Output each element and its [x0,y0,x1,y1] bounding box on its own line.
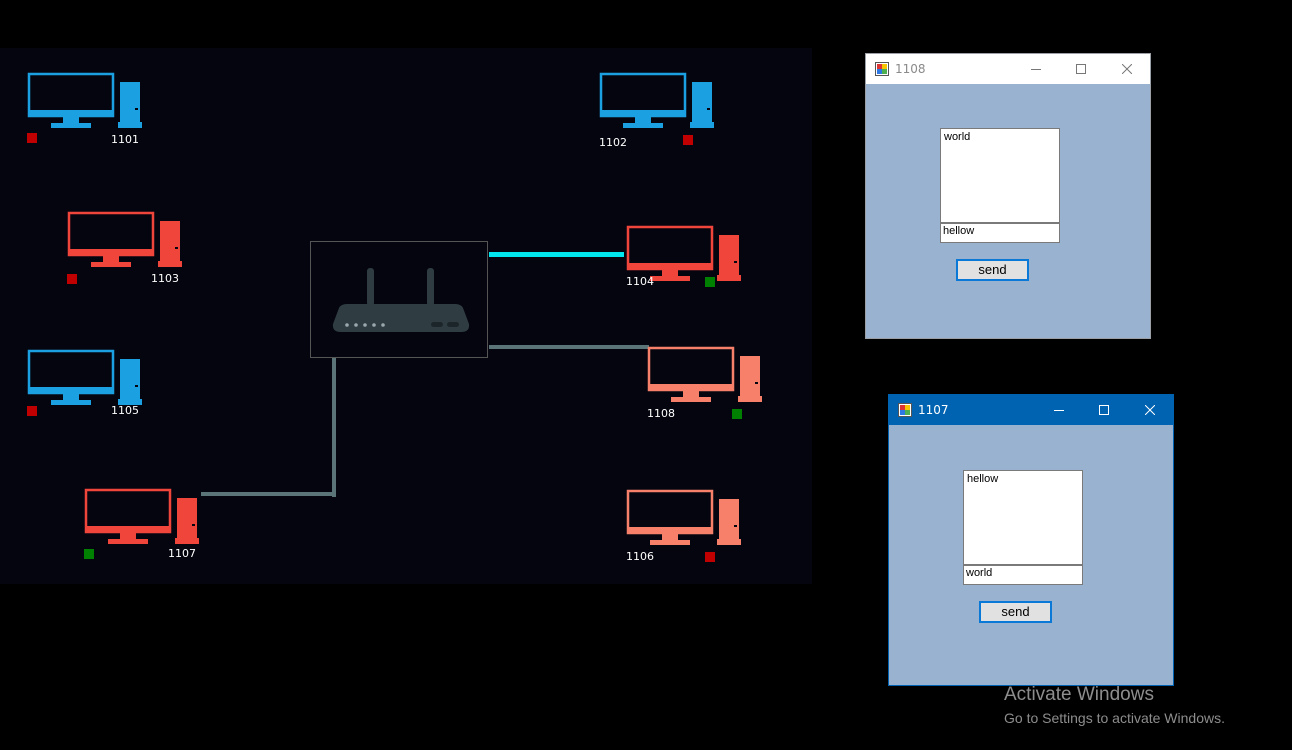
minimize-button[interactable] [1013,54,1059,84]
app-icon [898,403,912,417]
maximize-icon [1076,64,1086,74]
computer-label: 1107 [168,547,196,560]
minimize-button[interactable] [1036,395,1082,425]
link-router-1104 [489,252,624,257]
link-router-1108 [489,345,649,349]
maximize-icon [1099,405,1109,415]
status-indicator [705,552,715,562]
status-indicator [67,274,77,284]
status-indicator [705,277,715,287]
computer-node-1107[interactable] [84,488,200,548]
maximize-button[interactable] [1081,395,1127,425]
maximize-button[interactable] [1058,54,1104,84]
computer-label: 1106 [626,550,654,563]
message-input[interactable]: world [963,565,1083,585]
window-title: 1107 [918,403,949,417]
computer-node-1108[interactable] [647,346,763,406]
close-icon [1122,64,1132,74]
computer-node-1105[interactable] [27,349,143,409]
activation-watermark-subtitle: Go to Settings to activate Windows. [1004,710,1225,726]
close-button[interactable] [1104,54,1150,84]
send-button[interactable]: send [979,601,1052,623]
computer-node-1106[interactable] [626,489,742,549]
link-router-down [332,358,336,497]
computer-label: 1101 [111,133,139,146]
close-button[interactable] [1127,395,1173,425]
status-indicator [27,406,37,416]
minimize-icon [1054,410,1064,411]
window-title: 1108 [895,62,926,76]
link-1107-router [201,492,336,496]
computer-icon [599,72,714,128]
computer-node-1102[interactable] [599,72,715,132]
status-indicator [84,549,94,559]
close-icon [1145,405,1155,415]
status-indicator [683,135,693,145]
computer-label: 1102 [599,136,627,149]
computer-icon [626,489,741,545]
computer-icon [67,211,182,267]
computer-node-1101[interactable] [27,72,143,132]
received-messages[interactable]: hellow [963,470,1083,565]
router-node[interactable] [310,241,488,358]
computer-icon [27,72,142,128]
status-indicator [27,133,37,143]
window-titlebar[interactable]: 1108 [866,54,1150,84]
computer-icon [647,346,762,402]
minimize-icon [1031,69,1041,70]
activation-watermark-title: Activate Windows [1004,684,1154,705]
computer-label: 1105 [111,404,139,417]
computer-icon [27,349,142,405]
chat-window-1107[interactable]: 1107 hellow world send [888,394,1174,686]
status-indicator [732,409,742,419]
wifi-router-icon [332,268,470,332]
received-messages[interactable]: world [940,128,1060,223]
computer-label: 1104 [626,275,654,288]
computer-icon [84,488,199,544]
computer-label: 1103 [151,272,179,285]
window-titlebar[interactable]: 1107 [889,395,1173,425]
computer-label: 1108 [647,407,675,420]
send-button[interactable]: send [956,259,1029,281]
message-input[interactable]: hellow [940,223,1060,243]
chat-window-1108[interactable]: 1108 world hellow send [865,53,1151,339]
computer-node-1103[interactable] [67,211,183,271]
app-icon [875,62,889,76]
